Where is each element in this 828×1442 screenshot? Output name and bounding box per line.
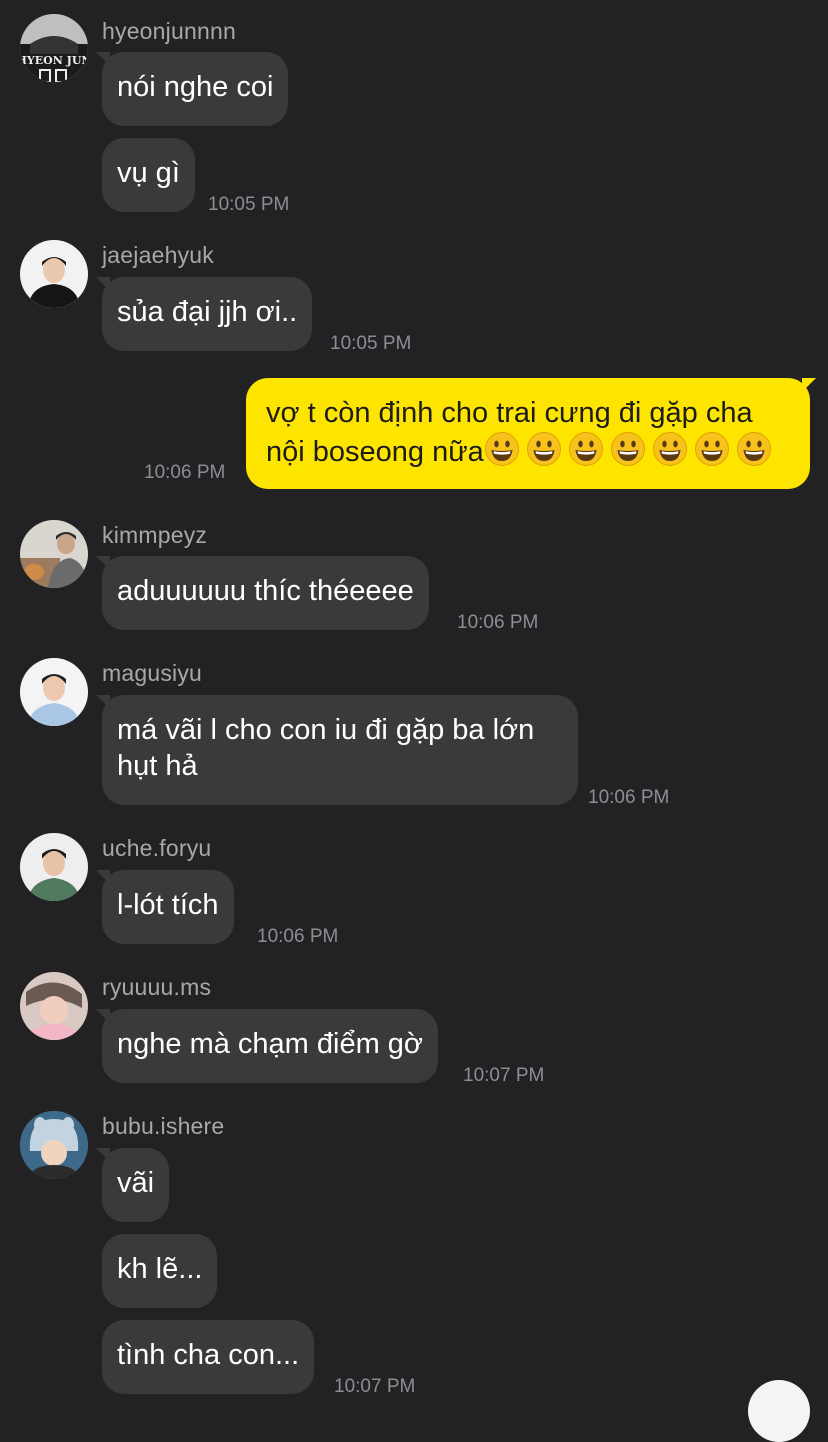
avatar-jaejaehyuk[interactable] — [20, 240, 88, 308]
grinning-face-emoji — [610, 432, 645, 466]
kimmpeyz-avatar — [20, 520, 88, 588]
message-bubble[interactable]: má vãi l cho con iu đi gặp ba lớn hụt hả — [96, 695, 578, 805]
message-timestamp: 10:05 PM — [208, 194, 290, 215]
message-timestamp: 10:06 PM — [457, 612, 539, 633]
avatar-hyeonjunnnn[interactable]: HYEON JUN — [20, 14, 88, 82]
scroll-to-bottom-button[interactable] — [748, 1380, 810, 1442]
message-timestamp: 10:06 PM — [144, 462, 226, 483]
jaejaehyuk-avatar — [20, 240, 88, 308]
avatar-kimmpeyz[interactable] — [20, 520, 88, 588]
uche-foryu-avatar — [20, 833, 88, 901]
sender-name: magusiyu — [102, 660, 203, 686]
grinning-face-emoji — [694, 432, 729, 466]
message-bubble[interactable]: kh lẽ... — [102, 1234, 218, 1308]
message-bubble[interactable]: aduuuuuu thíc théeeee — [96, 556, 429, 630]
message-timestamp: 10:07 PM — [463, 1065, 545, 1086]
emoji-row — [484, 432, 772, 468]
bubu-ishere-avatar — [20, 1111, 88, 1179]
sender-name: kimmpeyz — [102, 522, 208, 548]
grinning-face-emoji — [736, 432, 771, 466]
avatar-ryuuuu-ms[interactable] — [20, 972, 88, 1040]
sender-name: uche.foryu — [102, 835, 212, 861]
magusiyu-avatar — [20, 658, 88, 726]
sender-name: jaejaehyuk — [102, 242, 214, 268]
message-bubble[interactable]: vụ gì — [102, 138, 195, 212]
sender-name: hyeonjunnnn — [102, 18, 236, 44]
my-message-bubble[interactable]: vợ t còn định cho trai cưng đi gặp cha n… — [246, 378, 816, 489]
message-bubble[interactable]: tình cha con... — [102, 1320, 315, 1394]
avatar-bubu-ishere[interactable] — [20, 1111, 88, 1179]
ryuuuu-ms-avatar — [20, 972, 88, 1040]
hyeon-jun-jersey-avatar: HYEON JUN — [20, 14, 88, 82]
grinning-face-emoji — [568, 432, 603, 466]
message-timestamp: 10:06 PM — [588, 787, 670, 808]
message-bubble[interactable]: sủa đại jjh ơi.. — [95, 277, 313, 351]
message-bubble[interactable]: vãi — [95, 1148, 170, 1222]
message-timestamp: 10:06 PM — [257, 926, 339, 947]
message-timestamp: 10:05 PM — [330, 333, 412, 354]
avatar-jersey-text: HYEON JUN — [20, 54, 88, 67]
grinning-face-emoji — [484, 432, 519, 466]
avatar-uche-foryu[interactable] — [20, 833, 88, 901]
message-bubble[interactable]: nghe mà chạm điểm gờ — [96, 1009, 438, 1083]
sender-name: bubu.ishere — [102, 1113, 225, 1139]
message-bubble[interactable]: l-lót tích — [96, 870, 234, 944]
grinning-face-emoji — [526, 432, 561, 466]
sender-name: ryuuuu.ms — [102, 974, 212, 1000]
avatar-magusiyu[interactable] — [20, 658, 88, 726]
message-timestamp: 10:07 PM — [334, 1376, 416, 1397]
grinning-face-emoji — [652, 432, 687, 466]
message-bubble[interactable]: nói nghe coi — [95, 52, 289, 126]
